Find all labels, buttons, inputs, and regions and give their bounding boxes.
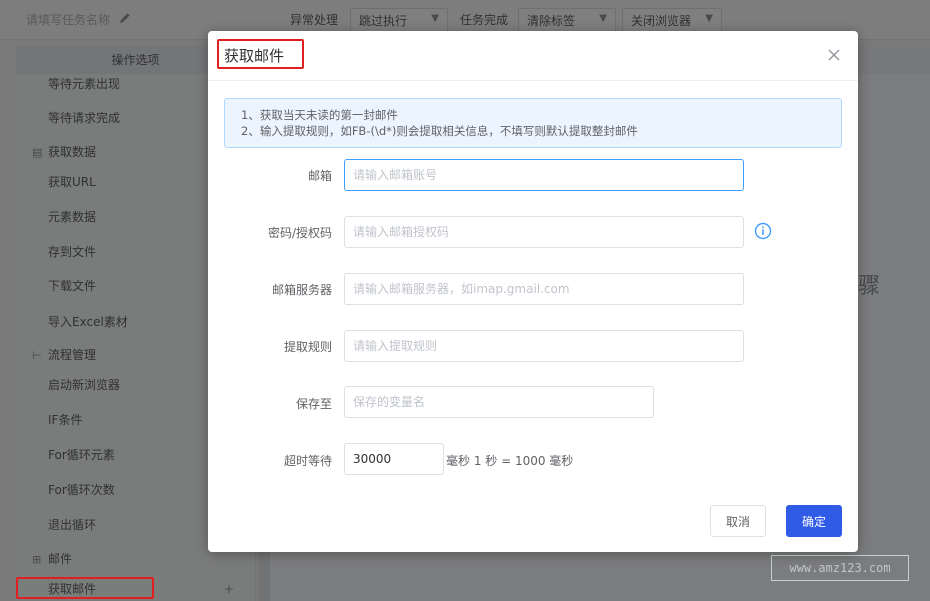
email-label: 邮箱	[307, 169, 332, 183]
highlight-box-get-mail	[16, 577, 154, 599]
server-label: 邮箱服务器	[271, 283, 332, 297]
ok-button[interactable]: 确定	[786, 505, 842, 537]
email-input[interactable]	[344, 159, 744, 191]
password-label: 密码/授权码	[267, 226, 332, 240]
timeout-unit: 毫秒 1 秒 = 1000 毫秒	[446, 454, 574, 468]
rule-label: 提取规则	[283, 340, 332, 354]
highlight-box-title	[217, 39, 304, 69]
close-icon[interactable]	[826, 47, 842, 63]
dialog-tip: 1、获取当天未读的第一封邮件 2、输入提取规则，如FB-(\d*)则会提取相关信…	[224, 98, 842, 148]
save-to-label: 保存至	[295, 397, 332, 411]
save-to-input[interactable]	[344, 386, 654, 418]
server-input[interactable]	[344, 273, 744, 305]
info-icon[interactable]	[754, 222, 772, 240]
get-mail-dialog: 获取邮件 1、获取当天未读的第一封邮件 2、输入提取规则，如FB-(\d*)则会…	[208, 31, 858, 552]
password-input[interactable]	[344, 216, 744, 248]
timeout-label: 超时等待	[283, 454, 332, 468]
rule-input[interactable]	[344, 330, 744, 362]
tip-line-1: 1、获取当天未读的第一封邮件	[241, 108, 398, 122]
watermark: www.amz123.com	[771, 555, 909, 581]
tip-line-2: 2、输入提取规则，如FB-(\d*)则会提取相关信息，不填写则默认提取整封邮件	[241, 124, 638, 138]
cancel-button[interactable]: 取消	[710, 505, 766, 537]
dialog-header: 获取邮件	[208, 31, 858, 81]
timeout-input[interactable]	[344, 443, 444, 475]
